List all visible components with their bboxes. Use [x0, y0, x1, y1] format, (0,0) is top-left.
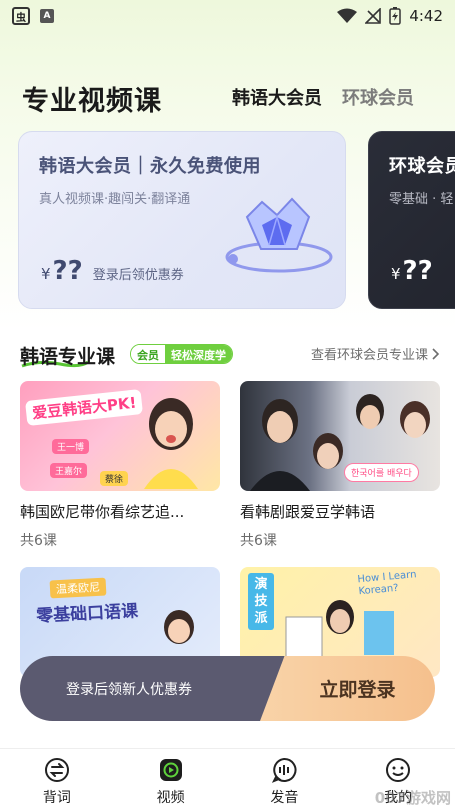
thumb-caption: 한국어를 배우다 — [344, 463, 419, 482]
member-badge-label: 会员 — [131, 345, 165, 363]
diamond-crown-icon — [225, 197, 333, 273]
status-bar: 虫 A 4:42 — [0, 0, 455, 32]
view-global-courses-link[interactable]: 查看环球会员专业课 — [311, 344, 440, 363]
course-thumbnail: 한국어를 배우다 — [240, 381, 440, 491]
global-membership-card[interactable]: 环球会员 零基础 · 轻 ¥ ?? — [368, 131, 455, 309]
membership-carousel[interactable]: 韩语大会员｜永久免费使用 真人视频课·趣闯关·翻译通 ¥ ?? 登录后领优惠券 … — [18, 131, 455, 311]
login-button[interactable]: 立即登录 — [260, 656, 435, 721]
swap-icon — [44, 758, 69, 782]
thumb-headline: 零基础口语课 — [35, 601, 139, 627]
price-symbol: ¥ — [391, 265, 401, 283]
thumb-tag: 王嘉尔 — [50, 463, 88, 478]
member-badge: 会员 轻松深度学 — [130, 344, 233, 364]
chevron-right-icon — [432, 347, 440, 360]
wifi-icon — [337, 8, 358, 23]
page-title: 专业视频课 — [22, 85, 162, 117]
thumb-headline: 演技派 — [248, 573, 274, 630]
price-value: ?? — [52, 256, 83, 286]
thumb-tag: 温柔欧尼 — [49, 577, 107, 599]
thumb-tag: 王一博 — [52, 439, 90, 454]
section-title: 韩语专业课 — [20, 346, 116, 368]
thumb-headline: 爱豆韩语大PK! — [25, 388, 144, 427]
tab-korean-membership[interactable]: 韩语大会员 — [232, 84, 322, 110]
price-value: ?? — [402, 256, 433, 286]
nav-item-vocabulary[interactable]: 背词 — [0, 749, 114, 810]
presenter-illustration — [144, 398, 198, 489]
course-card[interactable]: 爱豆韩语大PK! 王一博 王嘉尔 蔡徐 韩国欧尼带你看综艺追... 共6课 — [20, 381, 220, 550]
no-signal-icon — [365, 8, 382, 24]
nav-label: 发音 — [270, 790, 299, 806]
price-symbol: ¥ — [41, 265, 51, 283]
price-note: 登录后领优惠券 — [92, 268, 184, 283]
smile-icon — [386, 758, 411, 782]
more-link-label: 查看环球会员专业课 — [310, 348, 428, 363]
a-notification-icon: A — [40, 9, 54, 23]
card-title: 环球会员 — [389, 156, 455, 177]
login-promo-text: 登录后领新人优惠券 — [20, 656, 290, 721]
nav-label: 背词 — [42, 790, 71, 806]
voice-bubble-icon — [272, 757, 297, 783]
thumb-tag: 蔡徐 — [100, 471, 129, 486]
login-prompt: 登录后领新人优惠券 — [66, 681, 192, 698]
course-card[interactable]: 한국어를 배우다 看韩剧跟爱豆学韩语 共6课 — [240, 381, 440, 550]
card-title: 韩语大会员｜永久免费使用 — [39, 156, 261, 177]
korean-membership-card[interactable]: 韩语大会员｜永久免费使用 真人视频课·趣闯关·翻译通 ¥ ?? 登录后领优惠券 — [18, 131, 346, 309]
card-subtitle: 零基础 · 轻 — [389, 192, 454, 207]
app-notification-icon: 虫 — [12, 7, 30, 25]
nav-label: 视频 — [156, 790, 185, 806]
course-title: 韩国欧尼带你看综艺追... — [20, 503, 185, 521]
course-thumbnail: 爱豆韩语大PK! 王一博 王嘉尔 蔡徐 — [20, 381, 220, 491]
site-watermark: 007游戏网 — [374, 789, 451, 807]
course-title: 看韩剧跟爱豆学韩语 — [240, 503, 376, 521]
course-lesson-count: 共6课 — [240, 533, 277, 549]
nav-item-pronunciation[interactable]: 发音 — [228, 749, 342, 810]
clock: 4:42 — [409, 7, 443, 25]
page-header: 专业视频课 韩语大会员 环球会员 — [22, 78, 442, 118]
login-promo-bar[interactable]: 登录后领新人优惠券 立即登录 — [20, 656, 435, 721]
battery-charging-icon — [389, 7, 402, 25]
nav-item-video[interactable]: 视频 — [114, 749, 228, 810]
login-button-label: 立即登录 — [319, 679, 396, 701]
video-play-icon — [159, 759, 182, 781]
tab-global-membership[interactable]: 环球会员 — [342, 84, 414, 110]
header-tabs: 韩语大会员 环球会员 — [232, 84, 414, 110]
section-header: 韩语专业课 会员 轻松深度学 查看环球会员专业课 — [20, 340, 440, 370]
course-lesson-count: 共6课 — [20, 533, 57, 549]
member-badge-slogan: 轻松深度学 — [165, 345, 232, 363]
